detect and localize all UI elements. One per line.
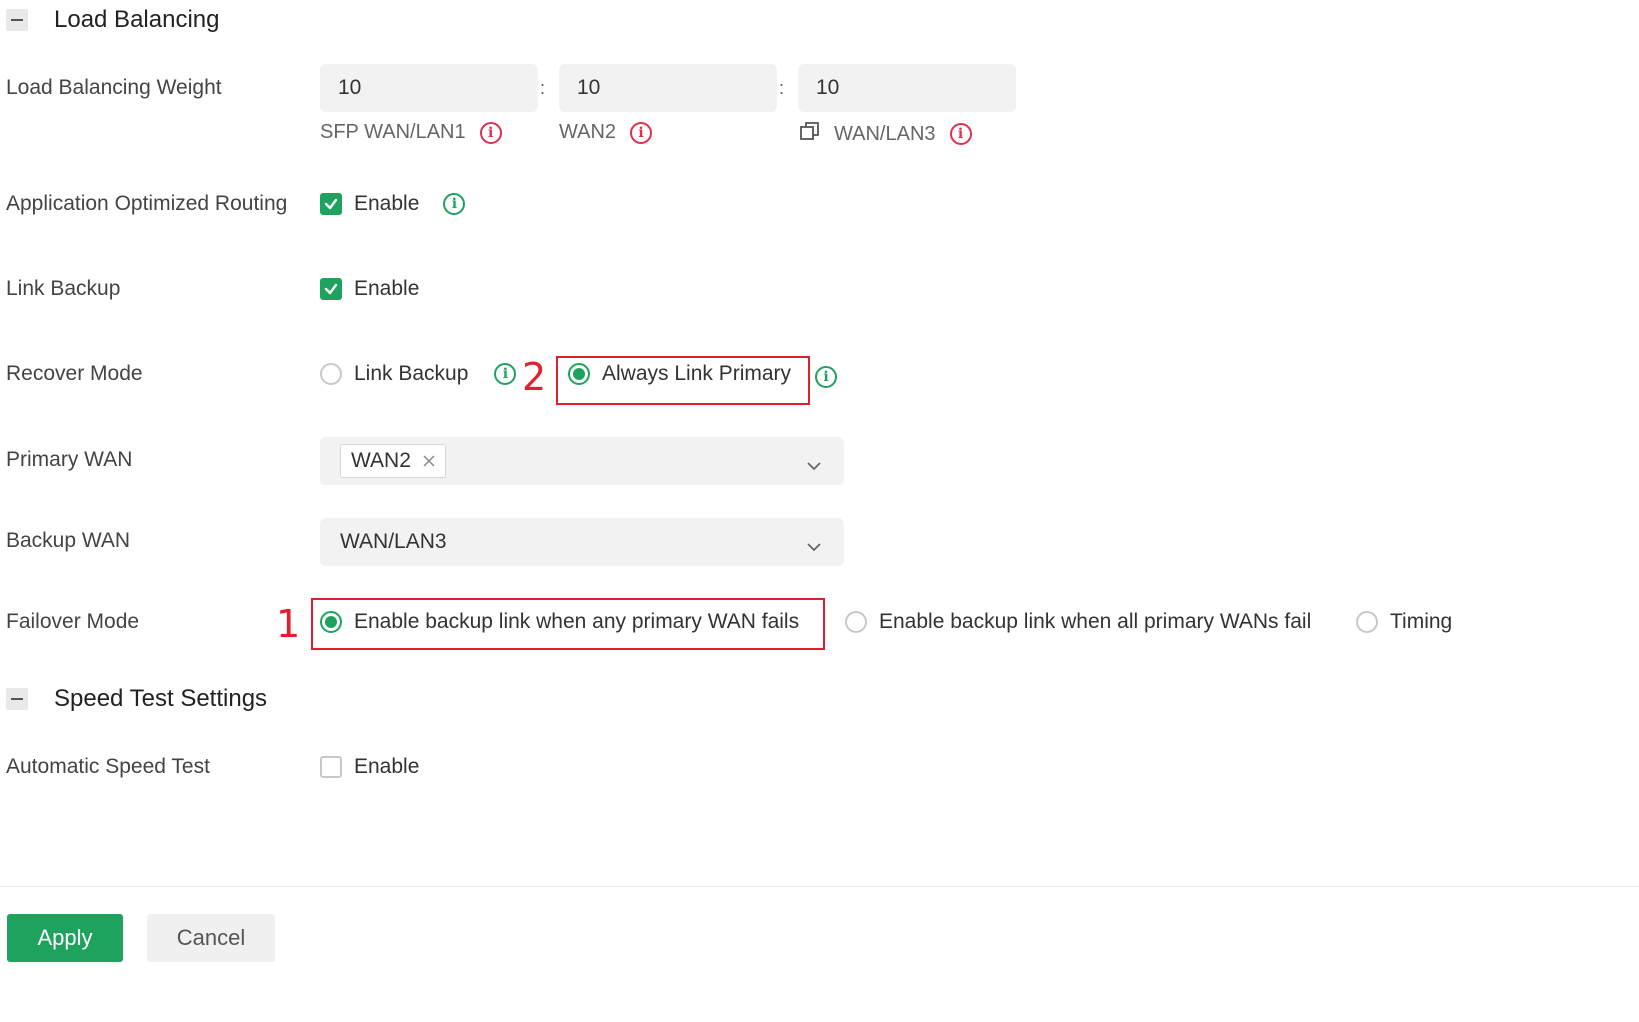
- section-title: Load Balancing: [54, 6, 220, 33]
- weight-separator: :: [779, 78, 785, 98]
- radio-button[interactable]: [320, 363, 342, 385]
- info-icon[interactable]: i: [479, 121, 502, 144]
- info-icon[interactable]: i: [630, 121, 653, 144]
- weight-sublabel-wan2: WAN2 i: [559, 121, 653, 144]
- section-title: Speed Test Settings: [54, 685, 268, 712]
- load-balancing-header[interactable]: Load Balancing: [6, 6, 219, 34]
- info-icon[interactable]: i: [815, 366, 837, 388]
- aor-label: Application Optimized Routing: [6, 192, 288, 215]
- checkbox-label: Enable: [354, 277, 420, 300]
- select-value: WAN/LAN3: [340, 530, 447, 553]
- collapse-icon[interactable]: [6, 9, 28, 31]
- checkbox-label: Enable: [354, 755, 420, 778]
- primary-wan-label: Primary WAN: [6, 448, 133, 471]
- close-icon[interactable]: [423, 449, 435, 473]
- check-icon[interactable]: [320, 278, 342, 300]
- speed-test-header[interactable]: Speed Test Settings: [6, 685, 267, 713]
- check-icon[interactable]: [320, 193, 342, 215]
- radio-label: Link Backup: [354, 362, 469, 385]
- radio-label: Enable backup link when any primary WAN …: [354, 610, 800, 633]
- recover-option-always-link-primary[interactable]: Always Link Primary: [568, 362, 791, 386]
- backup-wan-select[interactable]: WAN/LAN3: [320, 518, 844, 566]
- weight-sublabel-wan-lan3: WAN/LAN3 i: [800, 121, 972, 147]
- weight-input-wan-lan3[interactable]: 10: [798, 64, 1016, 112]
- tag-label: WAN2: [351, 449, 411, 472]
- checkbox-label: Enable: [354, 192, 420, 215]
- apply-button[interactable]: Apply: [7, 914, 123, 962]
- recover-option-link-backup[interactable]: Link Backup i: [320, 362, 517, 386]
- failover-option-any[interactable]: Enable backup link when any primary WAN …: [320, 610, 799, 634]
- weight-input-wan2[interactable]: 10: [559, 64, 777, 112]
- link-backup-label: Link Backup: [6, 277, 121, 300]
- radio-button[interactable]: [568, 363, 590, 385]
- wan-name: WAN2: [559, 121, 617, 143]
- auto-speed-test-label: Automatic Speed Test: [6, 755, 210, 778]
- radio-label: Timing: [1390, 610, 1453, 633]
- cancel-button[interactable]: Cancel: [147, 914, 275, 962]
- info-icon[interactable]: i: [443, 193, 466, 215]
- weight-input-sfp-wan-lan1[interactable]: 10: [320, 64, 538, 112]
- radio-button[interactable]: [320, 611, 342, 633]
- failover-mode-label: Failover Mode: [6, 610, 140, 633]
- info-icon[interactable]: i: [949, 123, 972, 145]
- radio-label: Enable backup link when all primary WANs…: [879, 610, 1312, 633]
- radio-button[interactable]: [1356, 611, 1378, 633]
- backup-wan-label: Backup WAN: [6, 529, 131, 552]
- wan-name: SFP WAN/LAN1: [320, 121, 466, 143]
- weight-separator: :: [540, 78, 546, 98]
- link-backup-checkbox[interactable]: Enable: [320, 277, 419, 301]
- annotation-1: 1: [276, 602, 301, 646]
- chevron-down-icon[interactable]: [806, 454, 822, 478]
- radio-button[interactable]: [845, 611, 867, 633]
- copy-icon[interactable]: [800, 121, 820, 147]
- failover-option-timing[interactable]: Timing: [1356, 610, 1452, 634]
- info-icon[interactable]: i: [494, 363, 517, 385]
- weight-label: Load Balancing Weight: [6, 76, 222, 99]
- aor-checkbox[interactable]: Enable i: [320, 192, 466, 216]
- primary-wan-select[interactable]: WAN2: [320, 437, 844, 485]
- recover-mode-label: Recover Mode: [6, 362, 143, 385]
- annotation-2: 2: [522, 355, 547, 399]
- radio-label: Always Link Primary: [602, 362, 792, 385]
- footer-divider: [0, 886, 1639, 887]
- auto-speed-test-checkbox[interactable]: Enable: [320, 755, 419, 779]
- selected-tag: WAN2: [340, 444, 446, 478]
- wan-name: WAN/LAN3: [834, 122, 936, 145]
- chevron-down-icon[interactable]: [806, 535, 822, 559]
- weight-sublabel-sfp: SFP WAN/LAN1 i: [320, 121, 502, 144]
- checkbox-box[interactable]: [320, 756, 342, 778]
- collapse-icon[interactable]: [6, 688, 28, 710]
- failover-option-all[interactable]: Enable backup link when all primary WANs…: [845, 610, 1311, 634]
